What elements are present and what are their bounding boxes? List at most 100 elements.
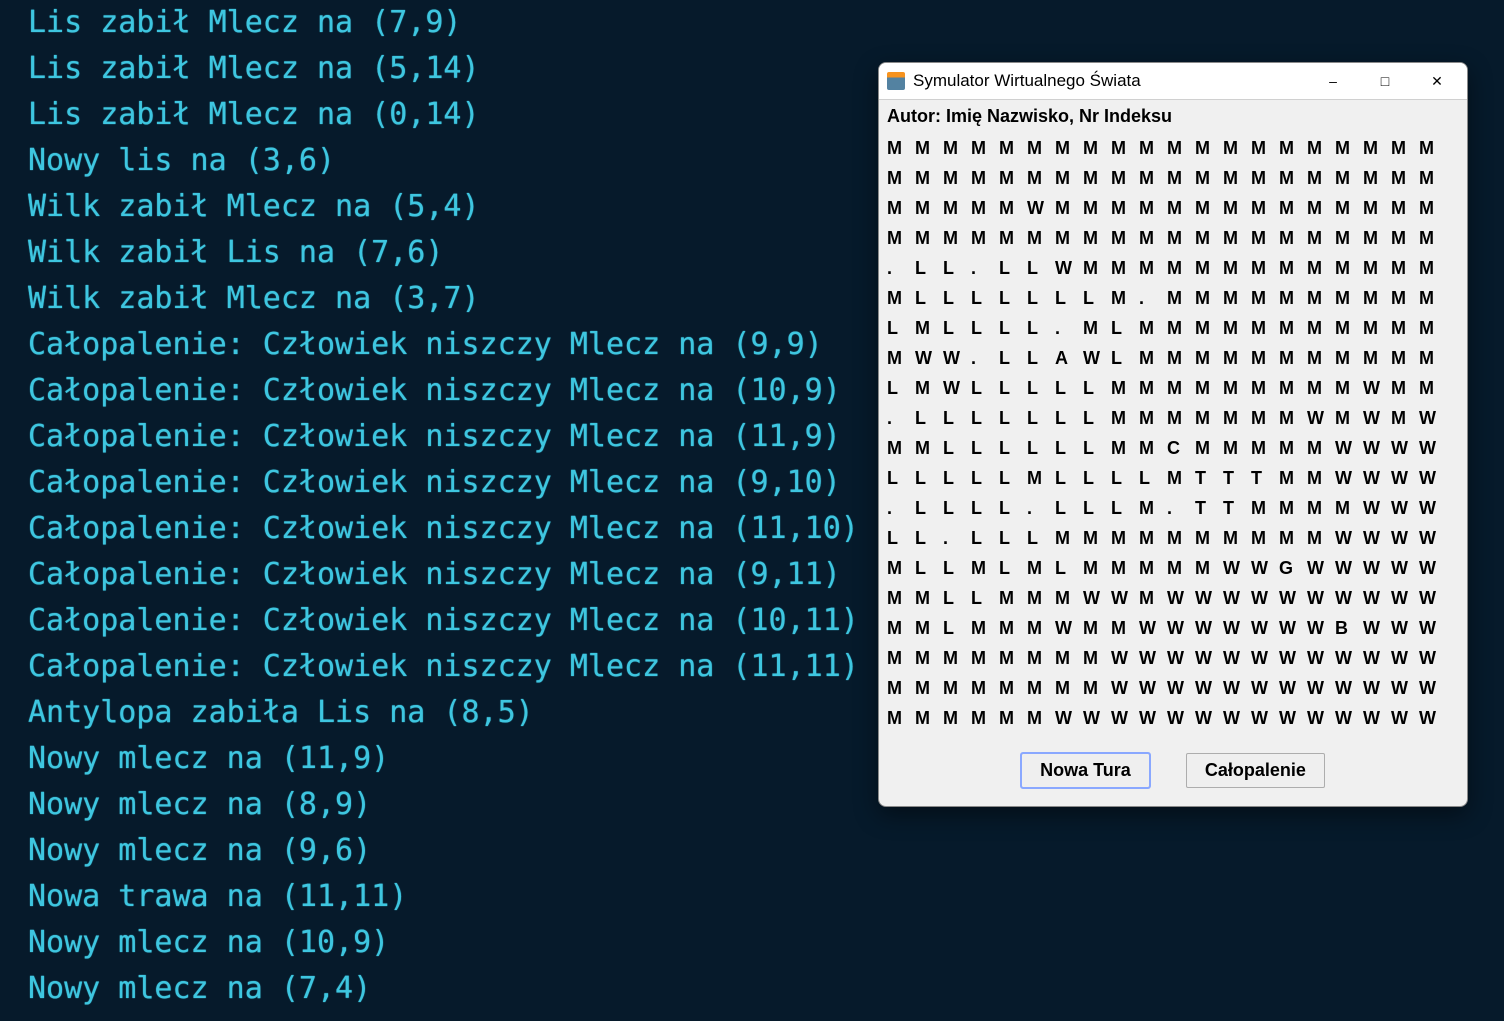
grid-cell: W [1391, 643, 1419, 673]
grid-cell: M [1279, 343, 1307, 373]
grid-cell: M [1223, 313, 1251, 343]
grid-cell: M [887, 703, 915, 733]
grid-cell: L [999, 433, 1027, 463]
grid-cell: L [1055, 433, 1083, 463]
grid-cell: M [971, 193, 999, 223]
grid-cell: W [1419, 403, 1447, 433]
grid-cell: M [1027, 163, 1055, 193]
grid-cell: M [943, 133, 971, 163]
grid-cell: M [915, 583, 943, 613]
grid-cell: M [1027, 703, 1055, 733]
grid-cell: M [1279, 403, 1307, 433]
grid-cell: M [1195, 223, 1223, 253]
grid-cell: M [1055, 583, 1083, 613]
grid-cell: M [1279, 523, 1307, 553]
grid-cell: M [915, 373, 943, 403]
grid-row: LMWLLLLLMMMMMMMMMWMM [887, 373, 1459, 403]
close-button[interactable]: ✕ [1411, 63, 1463, 99]
grid-cell: L [1055, 283, 1083, 313]
grid-cell: M [1279, 313, 1307, 343]
minimize-button[interactable]: – [1307, 63, 1359, 99]
grid-cell: M [1251, 193, 1279, 223]
grid-cell: M [999, 643, 1027, 673]
grid-cell: M [1167, 163, 1195, 193]
maximize-button[interactable]: □ [1359, 63, 1411, 99]
grid-cell: L [943, 613, 971, 643]
grid-cell: W [1307, 673, 1335, 703]
grid-cell: M [1167, 373, 1195, 403]
grid-cell: M [1083, 523, 1111, 553]
titlebar[interactable]: Symulator Wirtualnego Świata – □ ✕ [879, 63, 1467, 100]
grid-cell: L [1027, 313, 1055, 343]
grid-cell: M [943, 223, 971, 253]
grid-cell: M [999, 703, 1027, 733]
grid-cell: M [1055, 673, 1083, 703]
grid-cell: M [887, 643, 915, 673]
grid-row: LL.LLLMMMMMMMMMMWWWW [887, 523, 1459, 553]
grid-cell: M [1111, 283, 1139, 313]
grid-cell: W [1363, 463, 1391, 493]
grid-cell: W [1139, 673, 1167, 703]
grid-cell: M [1195, 523, 1223, 553]
grid-cell: L [999, 343, 1027, 373]
grid-cell: W [1335, 583, 1363, 613]
grid-cell: M [1419, 373, 1447, 403]
grid-cell: L [943, 553, 971, 583]
grid-cell: M [943, 703, 971, 733]
grid-cell: W [1251, 673, 1279, 703]
grid-cell: L [971, 433, 999, 463]
new-turn-button[interactable]: Nowa Tura [1021, 753, 1150, 788]
grid-cell: L [971, 403, 999, 433]
grid-cell: . [1027, 493, 1055, 523]
grid-cell: L [971, 313, 999, 343]
grid-cell: M [1307, 493, 1335, 523]
grid-cell: M [1111, 373, 1139, 403]
grid-row: MMLLLLLLMMCMMMMMWWWW [887, 433, 1459, 463]
grid-row: MLLMLMLMMMMMWWGWWWWW [887, 553, 1459, 583]
grid-cell: M [1279, 373, 1307, 403]
grid-cell: L [1083, 283, 1111, 313]
grid-cell: M [1167, 133, 1195, 163]
grid-cell: M [1139, 493, 1167, 523]
grid-cell: W [1363, 523, 1391, 553]
grid-cell: L [887, 313, 915, 343]
grid-cell: T [1223, 493, 1251, 523]
grid-cell: M [1335, 373, 1363, 403]
grid-row: LLLLLMLLLLMTTTMMWWWW [887, 463, 1459, 493]
grid-cell: M [1139, 193, 1167, 223]
grid-cell: M [1027, 673, 1055, 703]
grid-cell: M [1111, 613, 1139, 643]
grid-cell: W [1307, 583, 1335, 613]
grid-row: MMMMMMMMMMMMMMMMMMMM [887, 163, 1459, 193]
grid-cell: W [1363, 613, 1391, 643]
grid-cell: M [999, 163, 1027, 193]
grid-cell: M [1167, 343, 1195, 373]
grid-cell: W [1083, 343, 1111, 373]
grid-cell: L [971, 463, 999, 493]
grid-cell: L [1027, 253, 1055, 283]
grid-cell: M [1111, 223, 1139, 253]
grid-cell: W [943, 373, 971, 403]
grid-cell: M [1279, 223, 1307, 253]
grid-cell: W [1223, 583, 1251, 613]
grid-cell: W [1419, 463, 1447, 493]
burn-button[interactable]: Całopalenie [1186, 753, 1325, 788]
grid-cell: T [1195, 493, 1223, 523]
grid-row: .LLLLLLLMMMMMMMWMWMW [887, 403, 1459, 433]
grid-cell: L [1055, 373, 1083, 403]
grid-cell: M [1335, 403, 1363, 433]
grid-cell: L [999, 253, 1027, 283]
grid-cell: M [1251, 343, 1279, 373]
grid-cell: M [1223, 523, 1251, 553]
grid-cell: W [1139, 703, 1167, 733]
grid-cell: M [1251, 433, 1279, 463]
grid-cell: M [887, 343, 915, 373]
grid-cell: M [1419, 313, 1447, 343]
grid-cell: W [1279, 583, 1307, 613]
grid-cell: M [1027, 223, 1055, 253]
grid-cell: W [1363, 403, 1391, 433]
grid-cell: M [1111, 193, 1139, 223]
grid-cell: M [1167, 463, 1195, 493]
grid-cell: M [1279, 283, 1307, 313]
grid-cell: W [1223, 553, 1251, 583]
